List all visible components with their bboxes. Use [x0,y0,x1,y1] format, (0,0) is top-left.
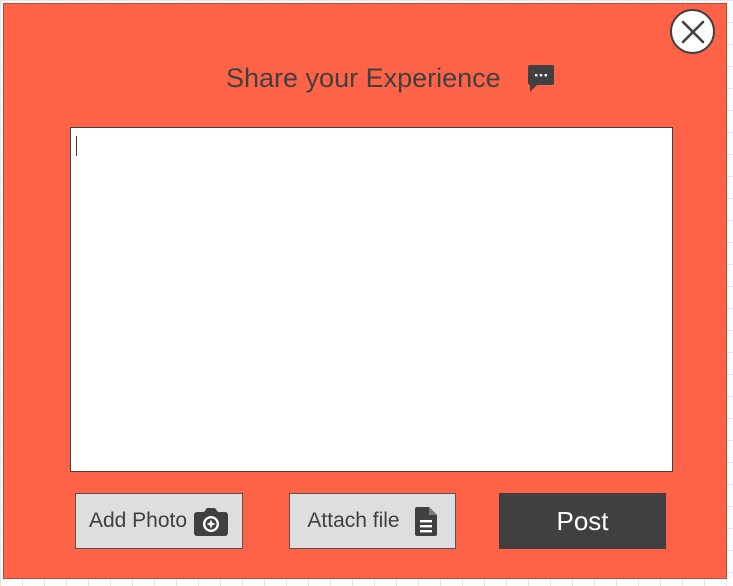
dialog-title: Share your Experience [226,63,501,93]
document-icon [414,506,438,537]
close-button[interactable] [670,9,715,54]
close-icon [680,19,706,45]
attach-file-label: Attach file [307,509,400,532]
attach-file-button[interactable]: Attach file [289,493,456,549]
add-photo-label: Add Photo [88,509,188,532]
add-photo-button[interactable]: Add Photo [75,493,243,549]
text-cursor [76,136,77,156]
post-label: Post [556,505,609,536]
experience-text-area[interactable] [70,127,673,472]
post-button[interactable]: Post [499,493,666,549]
chat-bubble-icon [526,63,556,93]
dialog-header: Share your Experience [226,58,556,98]
camera-icon [193,506,229,536]
